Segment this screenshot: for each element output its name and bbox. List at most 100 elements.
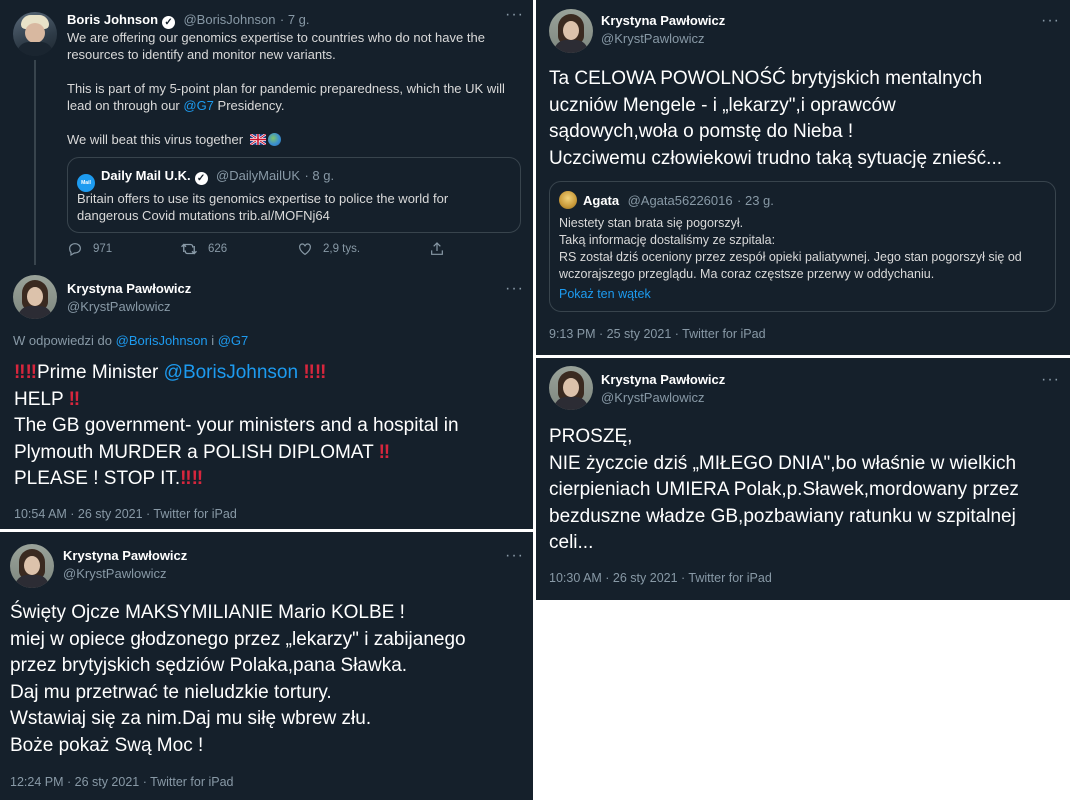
quoted-line: RS został dziś oceniony przez zespół opi…	[559, 250, 1022, 264]
text-segment: lead on through our	[67, 98, 184, 113]
more-icon[interactable]: ···	[505, 548, 524, 564]
text-segment: W odpowiedzi do	[13, 333, 116, 348]
tweet-line: Uczciwemu człowiekowi trudno taką sytuac…	[549, 147, 1003, 169]
tweet-line: HELP ‼	[14, 387, 529, 414]
tweet-text: PROSZĘ, NIE życzcie dziś „MIŁEGO DNIA",b…	[549, 424, 1064, 557]
text-segment: i	[207, 333, 218, 348]
tweet-line: bezduszne władze GB,pozbawiany ratunku w…	[549, 505, 1016, 527]
tweet-panel-boris-thread: Boris Johnson ✓ @BorisJohnson · 7 g. ··· …	[0, 0, 533, 529]
tweet-text: Święty Ojcze MAKSYMILIANIE Mario KOLBE !…	[10, 600, 525, 759]
quoted-author-handle: @DailyMailUK	[216, 168, 301, 183]
quoted-tweet-header: Agata @Agata56226016 · 23 g.	[559, 191, 774, 210]
double-exclamation-icon: ‼	[14, 362, 26, 383]
tweet-line: przez brytyjskich sędziów Polaka,pana Sł…	[10, 655, 408, 676]
tweet-line: Plymouth MURDER a POLISH DIPLOMAT ‼	[14, 440, 529, 467]
tweet-time[interactable]: · 7 g.	[280, 12, 310, 27]
quoted-line: Britain offers to use its genomics exper…	[77, 191, 449, 206]
mention-link[interactable]: @BorisJohnson	[164, 362, 298, 383]
mention-link[interactable]: @BorisJohnson	[116, 333, 208, 348]
avatar-krystyna-pawlowicz[interactable]	[549, 366, 593, 410]
avatar-krystyna-pawlowicz[interactable]	[10, 544, 54, 588]
double-exclamation-icon: ‼	[191, 468, 204, 489]
more-icon[interactable]: ···	[505, 7, 524, 23]
tweet-header: Krystyna Pawłowicz @KrystPawlowicz	[63, 548, 187, 581]
text-segment: We will beat this virus together	[67, 132, 244, 147]
double-exclamation-icon: ‼	[378, 441, 391, 463]
quoted-tweet-text: Britain offers to use its genomics exper…	[77, 190, 513, 224]
author-handle[interactable]: @KrystPawlowicz	[67, 299, 191, 314]
tweet-line: lead on through our @G7 Presidency.	[67, 97, 527, 114]
tweet-line: celi...	[549, 532, 594, 553]
avatar-boris-johnson[interactable]	[13, 12, 57, 56]
tweet-line: sądowych,woła o pomstę do Nieba !	[549, 121, 854, 142]
tweet-timestamp[interactable]: 10:30 AM · 26 sty 2021 · Twitter for iPa…	[549, 571, 772, 585]
more-icon[interactable]: ···	[1041, 13, 1060, 29]
tweet-text: ‼ ‼ Prime Minister @BorisJohnson ‼ ‼ HELP ‼…	[14, 360, 529, 493]
author-name[interactable]: Krystyna Pawłowicz	[601, 13, 725, 28]
quoted-line: Niestety stan brata się pogorszył.	[559, 216, 744, 230]
tweet-panel-mengele: Krystyna Pawłowicz @KrystPawlowicz ··· T…	[536, 0, 1070, 355]
quoted-line: Taką informację dostaliśmy ze szpitala:	[559, 233, 776, 247]
tweet-header: Boris Johnson ✓ @BorisJohnson · 7 g.	[67, 11, 310, 29]
quoted-line: dangerous Covid mutations trib.al/MOFNj6…	[77, 208, 330, 223]
author-handle[interactable]: @KrystPawlowicz	[601, 31, 725, 46]
quoted-tweet-header: Mail Daily Mail U.K. ✓ @DailyMailUK · 8 g.	[77, 167, 334, 192]
avatar-agata	[559, 191, 577, 209]
tweet-line: Boże pokaż Swą Moc !	[10, 734, 204, 756]
author-handle[interactable]: @KrystPawlowicz	[601, 390, 725, 405]
tweet-timestamp[interactable]: 9:13 PM · 25 sty 2021 · Twitter for iPad	[549, 327, 766, 341]
reply-context: W odpowiedzi do @BorisJohnson i @G7	[13, 333, 248, 348]
mention-link[interactable]: @G7	[183, 98, 214, 113]
double-exclamation-icon: ‼	[303, 362, 315, 383]
text-segment: HELP	[14, 388, 64, 410]
quoted-tweet[interactable]: Agata @Agata56226016 · 23 g. Niestety st…	[549, 181, 1056, 312]
author-name[interactable]: Krystyna Pawłowicz	[601, 372, 725, 387]
author-name[interactable]: Krystyna Pawłowicz	[67, 281, 191, 296]
author-handle[interactable]: @BorisJohnson	[183, 12, 275, 27]
tweet-line: This is part of my 5-point plan for pand…	[67, 81, 505, 96]
tweet-line: miej w opiece głodzonego przez „lekarzy"…	[10, 628, 466, 650]
mention-link[interactable]: @G7	[218, 333, 249, 348]
reply-button[interactable]: 971	[67, 241, 112, 257]
double-exclamation-icon: ‼	[25, 362, 37, 383]
share-button[interactable]	[429, 241, 445, 257]
thread-connector	[34, 60, 36, 265]
tweet-line: Wstawiaj się za nim.Daj mu siłę wbrew zł…	[10, 708, 372, 729]
globe-icon	[267, 133, 281, 146]
author-handle[interactable]: @KrystPawlowicz	[63, 566, 187, 581]
tweet-line: ‼ ‼ Prime Minister @BorisJohnson ‼ ‼	[14, 360, 529, 387]
quoted-author-name: Daily Mail U.K.	[101, 168, 191, 183]
verified-icon: ✓	[194, 172, 208, 185]
author-name[interactable]: Boris Johnson	[67, 12, 158, 27]
more-icon[interactable]: ···	[1041, 372, 1060, 388]
tweet-line: We are offering our genomics expertise t…	[67, 30, 485, 45]
tweet-line: cierpieniach UMIERA Polak,p.Sławek,mordo…	[549, 479, 1019, 500]
tweet-header: Krystyna Pawłowicz @KrystPawlowicz	[601, 372, 725, 405]
like-icon	[299, 243, 311, 256]
quoted-tweet-time: · 23 g.	[737, 193, 774, 208]
like-button[interactable]: 2,9 tys.	[297, 241, 360, 257]
double-exclamation-icon: ‼	[180, 468, 192, 489]
tweet-timestamp[interactable]: 10:54 AM · 26 sty 2021 · Twitter for iPa…	[14, 507, 237, 521]
avatar-krystyna-pawlowicz[interactable]	[13, 275, 57, 319]
tweet-line: PROSZĘ,	[549, 426, 633, 447]
retweet-button[interactable]: 626	[180, 241, 227, 257]
tweet-timestamp[interactable]: 12:24 PM · 26 sty 2021 · Twitter for iPa…	[10, 775, 234, 789]
tweet-line: Święty Ojcze MAKSYMILIANIE Mario KOLBE !	[10, 602, 405, 623]
tweet-line: Daj mu przetrwać te nieludzkie tortury.	[10, 681, 332, 703]
tweet-text: We are offering our genomics expertise t…	[67, 29, 527, 148]
quoted-tweet[interactable]: Mail Daily Mail U.K. ✓ @DailyMailUK · 8 g.…	[67, 157, 521, 233]
avatar-krystyna-pawlowicz[interactable]	[549, 9, 593, 53]
tweet-line: We will beat this virus together	[67, 131, 527, 148]
author-name[interactable]: Krystyna Pawłowicz	[63, 548, 187, 563]
quoted-author-name: Agata	[583, 193, 620, 208]
double-exclamation-icon: ‼	[68, 388, 81, 410]
quoted-line: wczorajszego przeglądu. Ma coraz częstsz…	[559, 267, 935, 281]
like-count: 2,9 tys.	[323, 243, 361, 255]
retweet-count: 626	[208, 243, 228, 255]
reply-icon	[69, 243, 81, 257]
more-icon[interactable]: ···	[505, 281, 524, 297]
reply-count: 971	[93, 243, 113, 255]
show-thread-link[interactable]: Pokaż ten wątek	[559, 287, 651, 301]
tweet-header: Krystyna Pawłowicz @KrystPawlowicz	[67, 281, 191, 314]
